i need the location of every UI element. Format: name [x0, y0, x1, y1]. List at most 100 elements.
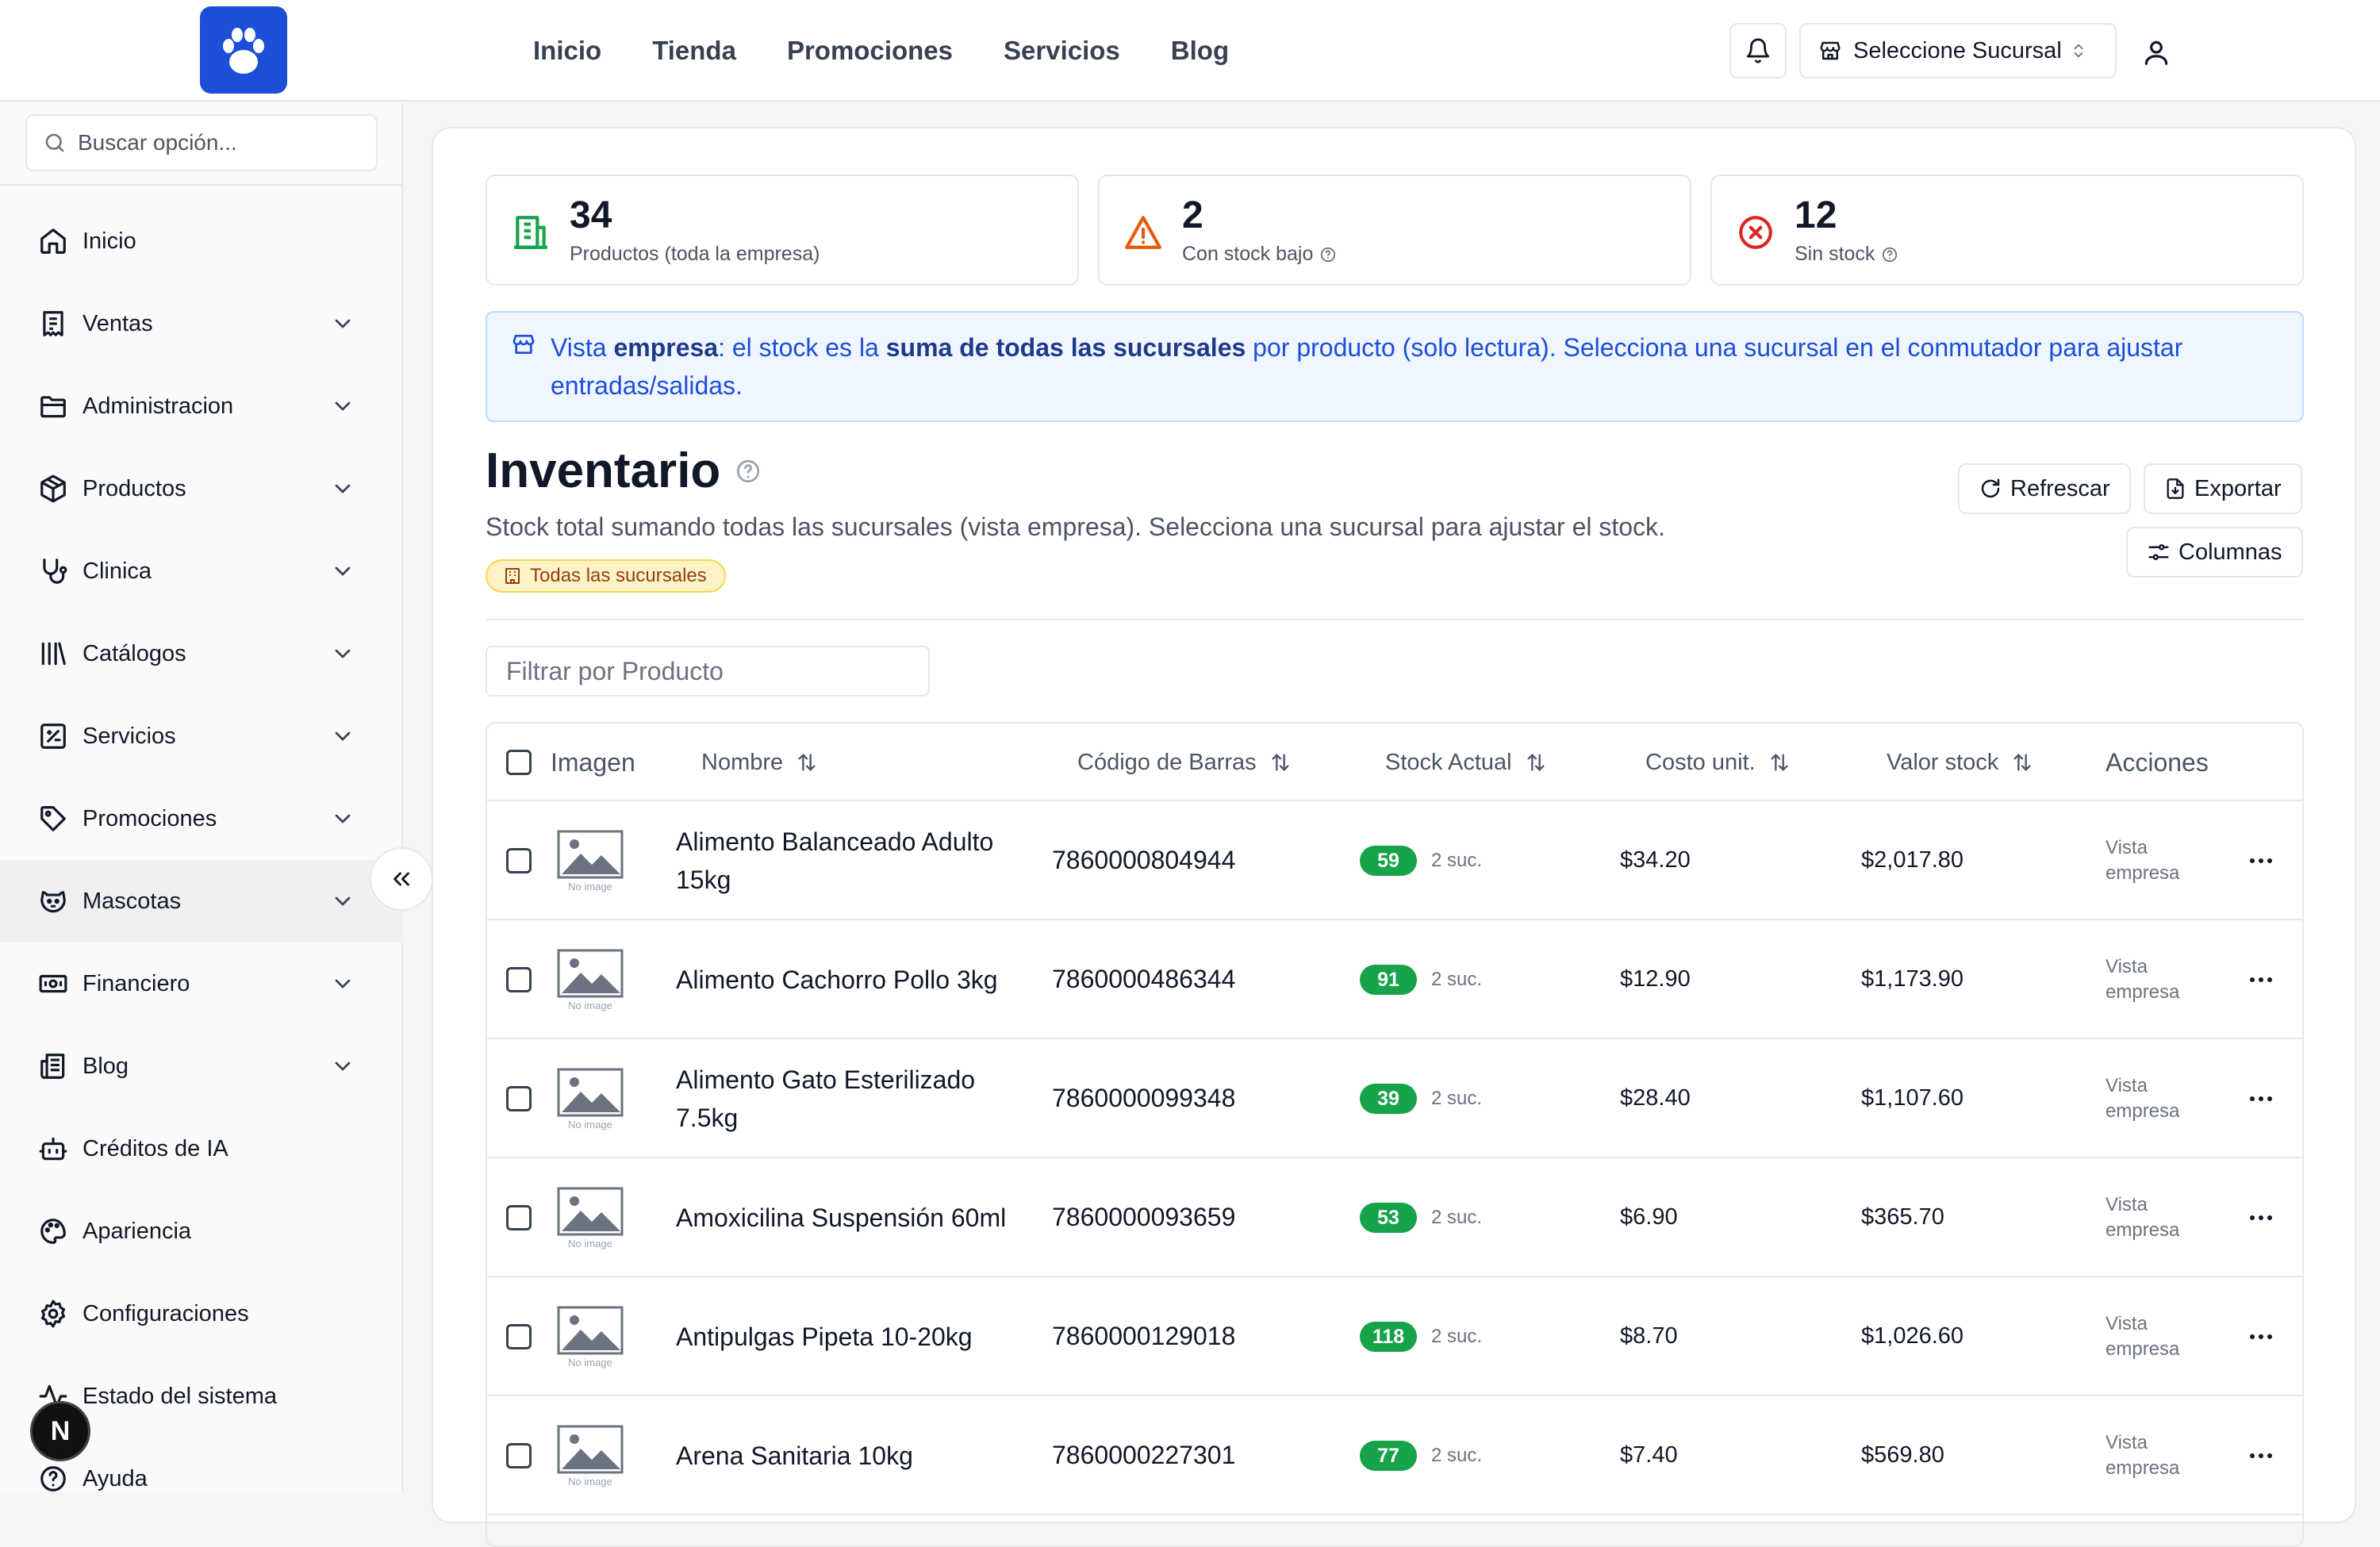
row-menu-button[interactable]: [2245, 1202, 2277, 1234]
ellipsis-icon: [2250, 858, 2272, 863]
paw-logo-icon[interactable]: [200, 6, 287, 94]
building-icon: [514, 216, 547, 249]
sidebar-item-label: Apariencia: [83, 1218, 192, 1244]
columns-button[interactable]: Columnas: [2126, 527, 2303, 578]
nav-promociones[interactable]: Promociones: [787, 36, 953, 66]
sidebar-item-catalogos[interactable]: Catálogos: [0, 612, 403, 695]
sidebar-item-configuraciones[interactable]: Configuraciones: [0, 1273, 403, 1355]
branch-count: 2 suc.: [1431, 1326, 1483, 1347]
nav-blog[interactable]: Blog: [1171, 36, 1229, 66]
no-image-text: No image: [568, 1119, 612, 1130]
branch-count: 2 suc.: [1431, 969, 1483, 990]
help-icon: [40, 1466, 66, 1491]
product-filter[interactable]: [486, 646, 930, 697]
sidebar-item-inicio[interactable]: Inicio: [0, 200, 403, 282]
nav-tienda[interactable]: Tienda: [652, 36, 736, 66]
chevrons-left-icon: [393, 872, 409, 886]
sidebar-item-mascotas[interactable]: Mascotas: [0, 860, 403, 942]
row-checkbox[interactable]: [506, 1324, 532, 1349]
row-checkbox[interactable]: [506, 1443, 532, 1468]
row-checkbox[interactable]: [506, 848, 532, 873]
palette-icon: [40, 1219, 66, 1244]
sidebar-item-label: Ayuda: [83, 1465, 148, 1491]
unit-cost: $6.90: [1620, 1204, 1678, 1230]
product-filter-input[interactable]: [506, 656, 903, 686]
sidebar-item-administracion[interactable]: Administracion: [0, 365, 403, 447]
image-icon: [557, 1425, 624, 1474]
help-circle-icon[interactable]: [1319, 246, 1337, 263]
chevron-down-icon: [335, 319, 351, 328]
product-name: Alimento Gato Esterilizado 7.5kg: [676, 1065, 976, 1132]
table-row: No image Antipulgas Pipeta 10-20kg 78600…: [487, 1277, 2302, 1396]
stat-caption: Productos (toda la empresa): [570, 243, 820, 266]
row-checkbox[interactable]: [506, 1086, 532, 1111]
sidebar-item-clinica[interactable]: Clinica: [0, 530, 403, 612]
sort-icon: [798, 754, 816, 771]
chevron-down-icon: [335, 566, 351, 576]
sidebar-item-ventas[interactable]: Ventas: [0, 282, 403, 365]
nav-inicio[interactable]: Inicio: [533, 36, 601, 66]
row-menu-button[interactable]: [2245, 1321, 2277, 1353]
unit-cost: $34.20: [1620, 847, 1691, 873]
sidebar-item-productos[interactable]: Productos: [0, 447, 403, 530]
product-barcode: 7860000804944: [1052, 846, 1236, 874]
sidebar-search[interactable]: [25, 114, 378, 171]
header-imagen: Imagen: [551, 747, 635, 777]
notifications-button[interactable]: [1729, 23, 1787, 79]
no-image-text: No image: [568, 1000, 612, 1012]
sidebar-item-blog[interactable]: Blog: [0, 1025, 403, 1107]
nav-servicios[interactable]: Servicios: [1004, 36, 1120, 66]
header-nombre[interactable]: Nombre: [701, 724, 818, 801]
row-menu-button[interactable]: [2245, 845, 2277, 877]
product-image-placeholder: No image: [555, 949, 625, 1019]
header-codigo[interactable]: Código de Barras: [1077, 724, 1292, 801]
chevron-down-icon: [335, 979, 351, 988]
sidebar-item-apariencia[interactable]: Apariencia: [0, 1190, 403, 1273]
x-circle-icon: [1739, 216, 1772, 249]
sort-icon: [2013, 754, 2031, 771]
dev-badge[interactable]: N: [30, 1401, 90, 1461]
sidebar-item-creditos-ia[interactable]: Créditos de IA: [0, 1107, 403, 1190]
stock-value: $1,173.90: [1861, 966, 1964, 992]
inventory-table: Imagen Nombre Código de Barras Stock Act…: [486, 722, 2304, 1547]
sidebar-item-label: Configuraciones: [83, 1300, 249, 1326]
sidebar-item-label: Créditos de IA: [83, 1135, 228, 1161]
header-costo[interactable]: Costo unit.: [1645, 724, 1791, 801]
sidebar-search-input[interactable]: [78, 130, 363, 155]
row-menu-button[interactable]: [2245, 964, 2277, 996]
table-row: No image Arena Sanitaria 10kg 7860000227…: [487, 1396, 2302, 1515]
row-checkbox[interactable]: [506, 1205, 532, 1230]
sidebar-item-label: Administracion: [83, 393, 234, 419]
header-label: Valor stock: [1887, 749, 1999, 775]
row-menu-button[interactable]: [2245, 1440, 2277, 1472]
sidebar-item-financiero[interactable]: Financiero: [0, 942, 403, 1025]
row-checkbox[interactable]: [506, 967, 532, 992]
help-circle-icon[interactable]: [1881, 246, 1898, 263]
refresh-button[interactable]: Refrescar: [1958, 463, 2131, 514]
sidebar-item-servicios[interactable]: Servicios: [0, 695, 403, 777]
product-image-placeholder: No image: [555, 1306, 625, 1376]
table-row: No image Alimento Cachorro Pollo 3kg 786…: [487, 920, 2302, 1039]
stock-badge: 59: [1360, 846, 1417, 876]
ellipsis-icon: [2250, 1215, 2272, 1220]
sort-icon: [1771, 754, 1788, 771]
sort-icon: [1527, 754, 1545, 771]
collapse-sidebar-button[interactable]: [370, 847, 433, 911]
info-bold-2: suma de todas las sucursales: [885, 333, 1246, 362]
sidebar-item-promociones[interactable]: Promociones: [0, 777, 403, 860]
select-all-checkbox[interactable]: [506, 750, 532, 775]
refresh-label: Refrescar: [2010, 475, 2110, 501]
help-circle-icon[interactable]: [735, 458, 762, 485]
header-stock[interactable]: Stock Actual: [1385, 724, 1547, 801]
branch-selector[interactable]: Seleccione Sucursal: [1799, 23, 2117, 79]
row-menu-button[interactable]: [2245, 1083, 2277, 1115]
ellipsis-icon: [2250, 1334, 2272, 1339]
export-button[interactable]: Exportar: [2144, 463, 2302, 514]
user-menu-button[interactable]: [2134, 30, 2178, 75]
header-valor[interactable]: Valor stock: [1887, 724, 2033, 801]
folder-icon: [40, 396, 66, 418]
ellipsis-icon: [2250, 1453, 2272, 1458]
section-divider: [486, 619, 2304, 620]
stat-caption-text: Sin stock: [1795, 243, 1875, 265]
table-row: No image Alimento Gato Esterilizado 7.5k…: [487, 1039, 2302, 1158]
